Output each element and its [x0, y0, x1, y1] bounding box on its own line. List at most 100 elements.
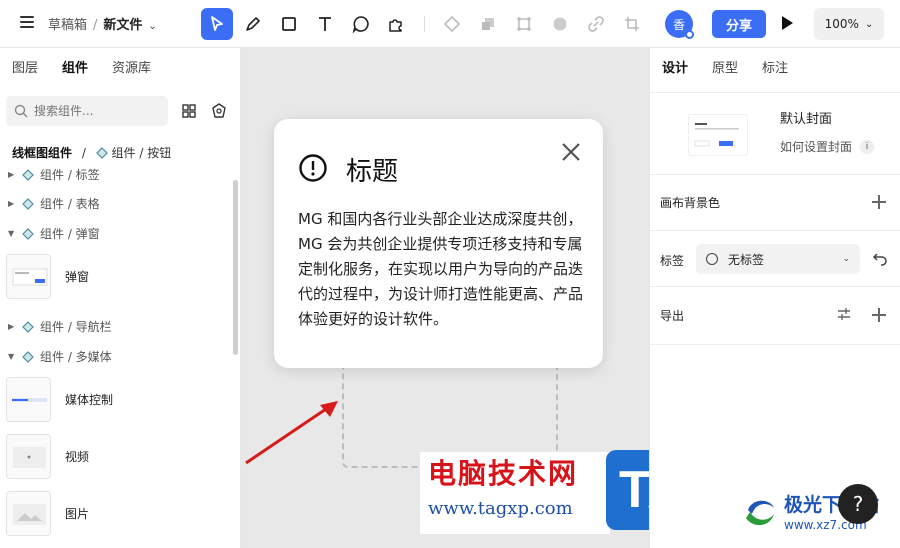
tag-select[interactable]: 无标签 ⌄ — [696, 244, 860, 274]
search-input[interactable] — [34, 104, 154, 118]
crop-tool[interactable] — [616, 8, 648, 40]
top-toolbar: 草稿箱 / 新文件 ⌄ 香 分享 100% ⌄ — [0, 0, 900, 48]
puzzle-icon — [389, 19, 402, 32]
crumb-drafts[interactable]: 草稿箱 — [48, 18, 87, 33]
add-icon[interactable] — [872, 308, 886, 322]
text-icon — [319, 17, 331, 31]
dialog-title: 标题 — [346, 157, 399, 187]
rectangle-tool[interactable] — [273, 8, 305, 40]
chevron-right-icon: ▶ — [8, 170, 15, 179]
link-tool[interactable] — [580, 8, 612, 40]
swirl-logo-icon — [746, 500, 774, 526]
chevron-down-icon: ⌄ — [842, 254, 850, 264]
share-button[interactable]: 分享 — [712, 10, 766, 38]
canvas-bg-label: 画布背景色 — [660, 196, 721, 210]
menu-icon[interactable] — [20, 16, 34, 28]
plugin-tool[interactable] — [380, 8, 412, 40]
component-thumbnail — [6, 491, 51, 536]
pen-tool[interactable] — [237, 8, 269, 40]
divider — [650, 174, 900, 175]
tab-annotation[interactable]: 标注 — [750, 48, 800, 90]
search-icon — [14, 104, 28, 118]
circle-icon — [706, 253, 718, 265]
tree-group-tag[interactable]: ▶ 组件 / 标签 — [8, 166, 100, 183]
tab-library[interactable]: 资源库 — [100, 48, 163, 90]
toolbar-divider — [424, 16, 425, 32]
avatar[interactable]: 香 — [665, 10, 694, 39]
zoom-dropdown[interactable]: 100% ⌄ — [814, 8, 884, 40]
chevron-down-icon: ▼ — [8, 229, 15, 238]
left-tabs: 图层 组件 资源库 — [0, 48, 163, 90]
tab-layers[interactable]: 图层 — [0, 48, 50, 90]
help-button[interactable]: ? — [838, 484, 878, 524]
dialog-component[interactable]: 标题 MG 和国内各行业头部企业达成深度共创，MG 会为共创企业提供专项迁移支持… — [274, 119, 603, 368]
chevron-down-icon[interactable]: ⌄ — [148, 21, 156, 32]
component-search[interactable] — [6, 96, 168, 126]
watermark: 电脑技术网 www.tagxp.com — [420, 452, 610, 534]
duplicate-tool[interactable] — [472, 8, 504, 40]
close-icon[interactable] — [560, 141, 582, 163]
frame-tool[interactable] — [508, 8, 540, 40]
tab-design[interactable]: 设计 — [650, 48, 700, 90]
chevron-right-icon: ▶ — [8, 322, 15, 331]
component-tool[interactable] — [436, 8, 468, 40]
grid-view-icon[interactable] — [180, 102, 198, 120]
rectangle-icon — [282, 17, 296, 31]
adjust-icon[interactable] — [836, 306, 852, 322]
component-icon — [22, 168, 34, 181]
cover-help-link[interactable]: 如何设置封面 i — [780, 138, 875, 155]
duplicate-icon — [482, 18, 494, 30]
component-item-video[interactable]: 视频 — [6, 434, 89, 479]
component-item-image[interactable]: 图片 — [6, 491, 89, 536]
chevron-right-icon: ▶ — [8, 199, 15, 208]
tree-group-navbar[interactable]: ▶ 组件 / 导航栏 — [8, 318, 112, 335]
library-icon[interactable] — [210, 102, 228, 120]
link-icon — [588, 16, 604, 32]
component-path: 线框图组件 / 组件 / 按钮 — [12, 146, 172, 160]
breadcrumb: 草稿箱 / 新文件 ⌄ — [48, 18, 157, 33]
undo-icon[interactable] — [872, 251, 888, 267]
component-item-media-control[interactable]: 媒体控制 — [6, 377, 113, 422]
cover-title: 默认封面 — [780, 112, 833, 127]
chevron-down-icon: ▼ — [8, 352, 15, 361]
divider — [650, 230, 900, 231]
tag-label: 标签 — [660, 254, 685, 268]
divider — [650, 286, 900, 287]
info-icon: i — [860, 139, 875, 154]
play-icon[interactable] — [782, 16, 793, 30]
component-icon — [95, 147, 108, 159]
cover-thumbnail[interactable] — [688, 114, 748, 156]
component-item-dialog[interactable]: 弹窗 — [6, 254, 89, 299]
chat-bubble-icon — [352, 16, 369, 33]
frame-icon — [517, 17, 531, 31]
text-tool[interactable] — [309, 8, 341, 40]
add-icon[interactable] — [872, 195, 886, 209]
component-icon — [22, 227, 34, 240]
right-tabs: 设计 原型 标注 — [650, 48, 800, 90]
component-icon — [443, 15, 461, 33]
path-root[interactable]: 线框图组件 — [12, 146, 72, 160]
path-leaf[interactable]: 组件 / 按钮 — [112, 146, 172, 160]
arrow-annotation — [245, 401, 338, 465]
divider — [650, 92, 900, 93]
right-panel: 设计 原型 标注 默认封面 如何设置封面 i 画布背景色 标签 无标签 ⌄ 导出 — [649, 48, 900, 548]
tree-group-media[interactable]: ▼ 组件 / 多媒体 — [8, 348, 112, 365]
mask-tool[interactable] — [544, 8, 576, 40]
tree-group-dialog[interactable]: ▼ 组件 / 弹窗 — [8, 225, 100, 242]
tree-group-table[interactable]: ▶ 组件 / 表格 — [8, 195, 100, 212]
comment-tool[interactable] — [345, 8, 377, 40]
circle-icon — [553, 17, 567, 31]
crop-icon — [625, 17, 639, 31]
tab-components[interactable]: 组件 — [50, 48, 100, 90]
alert-circle-icon — [299, 154, 327, 182]
file-name[interactable]: 新文件 — [103, 18, 142, 33]
component-icon — [22, 350, 34, 363]
component-thumbnail — [6, 254, 51, 299]
chevron-down-icon: ⌄ — [864, 18, 874, 30]
component-icon — [22, 197, 34, 210]
pointer-tool[interactable] — [201, 8, 233, 40]
scrollbar[interactable] — [233, 180, 238, 355]
tab-prototype[interactable]: 原型 — [700, 48, 750, 90]
component-thumbnail — [6, 434, 51, 479]
pen-icon — [246, 17, 260, 31]
